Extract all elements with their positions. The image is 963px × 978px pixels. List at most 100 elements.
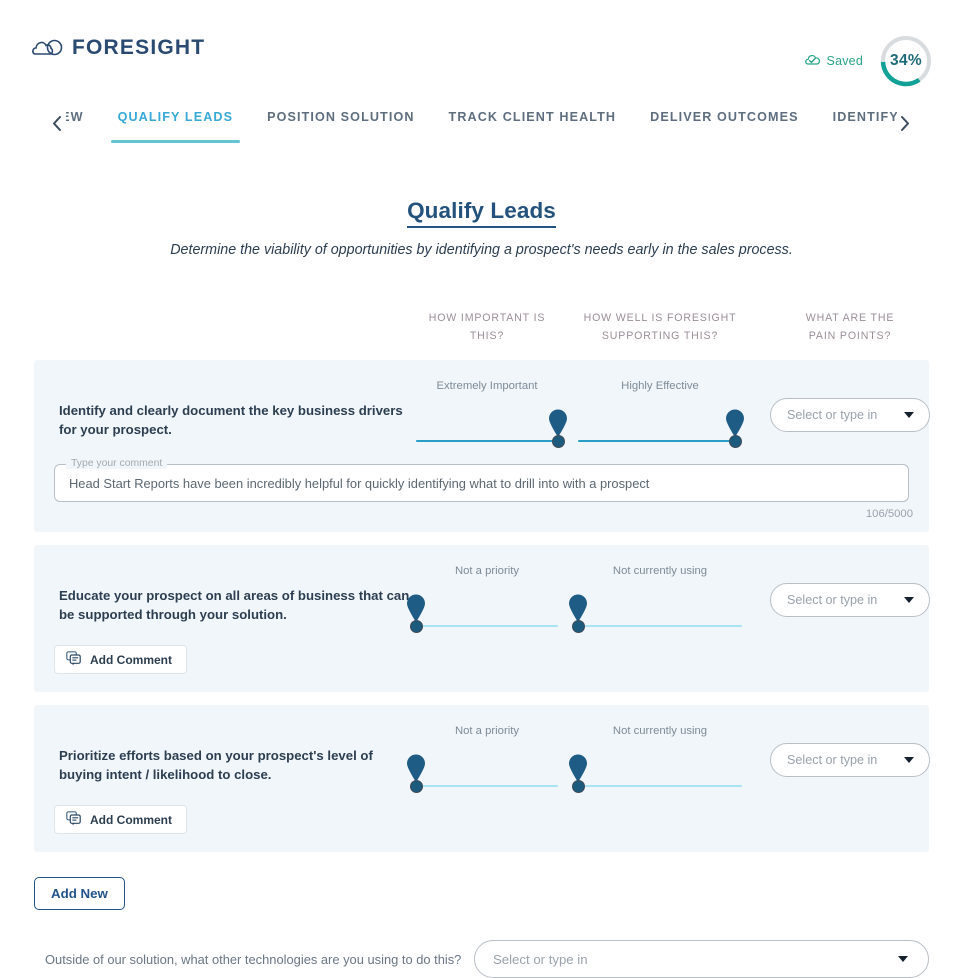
table-row: Educate your prospect on all areas of bu… <box>34 545 930 692</box>
add-comment-button[interactable]: Add Comment <box>54 805 187 834</box>
row-main: Educate your prospect on all areas of bu… <box>48 545 930 635</box>
add-comment-button[interactable]: Add Comment <box>54 645 187 674</box>
chevron-right-icon[interactable] <box>893 112 915 134</box>
slider-track <box>416 625 558 627</box>
other-technologies-question-row: Outside of our solution, what other tech… <box>0 910 963 978</box>
header-status-group: Saved 34% <box>804 34 933 88</box>
support-slider[interactable] <box>574 402 746 450</box>
slider-thumb[interactable] <box>409 620 423 633</box>
slider-thumb[interactable] <box>728 435 742 448</box>
add-comment-wrapper: Add Comment <box>48 635 915 692</box>
slider-track <box>578 625 742 627</box>
slider-pin-icon <box>724 408 746 438</box>
slider-track <box>578 785 742 787</box>
slider-thumb[interactable] <box>551 435 565 448</box>
brand-name: FORESIGHT <box>72 36 206 59</box>
importance-slider-group: Not a priority <box>407 721 562 795</box>
brand-logo[interactable]: FORESIGHT <box>32 36 205 60</box>
app-header: FORESIGHT Saved 34% <box>0 0 963 96</box>
pain-points-select-wrapper: Select or type in <box>770 721 930 777</box>
comment-field-wrapper: Type your comment Head Start Reports hav… <box>54 458 909 502</box>
other-technologies-label: Outside of our solution, what other tech… <box>45 951 462 967</box>
comment-char-counter: 106/5000 <box>865 508 913 520</box>
importance-slider-caption: Not a priority <box>454 565 520 577</box>
importance-slider[interactable] <box>407 587 562 635</box>
slider-pin-icon <box>547 408 569 438</box>
column-header-importance: HOW IMPORTANT IS THIS? <box>412 309 562 346</box>
tab-label: TRACK CLIENT HEALTH <box>448 110 617 124</box>
support-slider[interactable] <box>569 587 746 635</box>
support-slider-group: Highly Effective <box>574 376 746 450</box>
importance-slider-group: Not a priority <box>407 561 562 635</box>
slider-thumb[interactable] <box>571 780 585 793</box>
comment-bubbles-icon <box>66 650 81 669</box>
select-placeholder: Select or type in <box>787 753 878 767</box>
tab-qualify-leads[interactable]: QUALIFY LEADS <box>101 96 251 148</box>
column-header-row: HOW IMPORTANT IS THIS? HOW WELL IS FORES… <box>0 298 963 346</box>
support-slider-group: Not currently using <box>569 721 746 795</box>
importance-slider[interactable] <box>407 747 562 795</box>
activity-description: Identify and clearly document the key bu… <box>59 403 403 437</box>
tab-track-client-health[interactable]: TRACK CLIENT HEALTH <box>432 96 634 148</box>
tab-identify-market[interactable]: IDENTIFY MARK <box>816 96 897 148</box>
column-header-pain-points: WHAT ARE THE PAIN POINTS? <box>770 309 930 346</box>
column-header-importance-label: HOW IMPORTANT IS THIS? <box>428 311 546 343</box>
caret-down-icon <box>904 412 914 418</box>
progress-percent-label: 34% <box>890 52 922 69</box>
saved-status: Saved <box>804 53 863 69</box>
slider-pin-icon <box>567 593 589 623</box>
add-comment-label: Add Comment <box>90 812 172 827</box>
table-row: Prioritize efforts based on your prospec… <box>34 705 930 852</box>
column-header-pain-line2: PAIN POINTS? <box>808 330 892 343</box>
add-new-button[interactable]: Add New <box>34 877 125 910</box>
pain-points-select[interactable]: Select or type in <box>770 743 930 777</box>
select-placeholder: Select or type in <box>787 408 878 422</box>
tab-label: QUALIFY LEADS <box>117 110 234 124</box>
row-main: Prioritize efforts based on your prospec… <box>48 705 930 795</box>
chevron-left-icon[interactable] <box>46 112 68 134</box>
slider-thumb[interactable] <box>571 620 585 633</box>
tab-position-solution[interactable]: POSITION SOLUTION <box>250 96 431 148</box>
support-slider[interactable] <box>569 747 746 795</box>
support-slider-caption: Not currently using <box>612 565 708 577</box>
tab-label: POSITION SOLUTION <box>267 110 415 124</box>
page-subtitle: Determine the viability of opportunities… <box>170 242 793 258</box>
caret-down-icon <box>898 956 908 962</box>
tab-overview[interactable]: RVIEW <box>66 96 101 148</box>
tab-label: DELIVER OUTCOMES <box>650 110 799 124</box>
pain-points-select[interactable]: Select or type in <box>770 398 930 432</box>
select-placeholder: Select or type in <box>493 951 588 967</box>
column-header-pain-line1: WHAT ARE THE <box>805 311 895 324</box>
select-placeholder: Select or type in <box>787 593 878 607</box>
comment-input[interactable]: Type your comment Head Start Reports hav… <box>54 458 909 502</box>
pain-points-select[interactable]: Select or type in <box>770 583 930 617</box>
other-technologies-select[interactable]: Select or type in <box>474 940 929 978</box>
caret-down-icon <box>904 597 914 603</box>
tab-deliver-outcomes[interactable]: DELIVER OUTCOMES <box>633 96 815 148</box>
column-header-support: HOW WELL IS FORESIGHT SUPPORTING THIS? <box>574 309 746 346</box>
slider-fill <box>578 440 736 442</box>
page-header-block: Qualify Leads Determine the viability of… <box>0 198 963 258</box>
comment-bubbles-icon <box>66 810 81 829</box>
support-slider-caption: Not currently using <box>612 725 708 737</box>
importance-slider-caption: Extremely Important <box>436 380 538 392</box>
support-slider-caption: Highly Effective <box>621 380 699 392</box>
tab-list: RVIEW QUALIFY LEADS POSITION SOLUTION TR… <box>66 96 897 148</box>
activity-description: Prioritize efforts based on your prospec… <box>59 748 373 782</box>
slider-thumb[interactable] <box>409 780 423 793</box>
page-title[interactable]: Qualify Leads <box>407 198 556 228</box>
support-slider-group: Not currently using <box>569 561 746 635</box>
completion-progress-ring: 34% <box>879 34 933 88</box>
cloud-logo-icon <box>32 36 66 60</box>
add-comment-label: Add Comment <box>90 652 172 667</box>
column-header-support-line1: HOW WELL IS FORESIGHT <box>583 311 737 324</box>
importance-slider[interactable] <box>412 402 567 450</box>
cloud-check-icon <box>804 53 821 69</box>
comment-field-legend: Type your comment <box>66 458 168 469</box>
tab-label: RVIEW <box>66 110 84 124</box>
activity-row-list: Identify and clearly document the key bu… <box>0 360 963 852</box>
pain-points-select-wrapper: Select or type in <box>770 561 930 617</box>
slider-track <box>416 785 558 787</box>
pain-points-select-wrapper: Select or type in <box>770 376 930 432</box>
column-header-support-line2: SUPPORTING THIS? <box>601 330 719 343</box>
